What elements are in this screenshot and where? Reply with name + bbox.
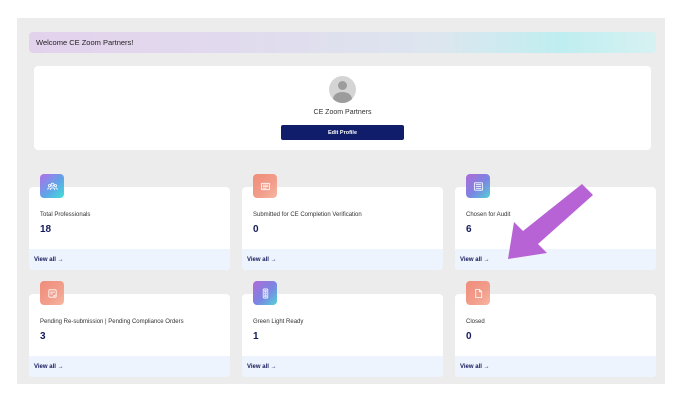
verify-list-icon [253, 174, 277, 198]
card-value: 3 [40, 331, 46, 342]
user-avatar-icon [329, 76, 356, 103]
card-footer: View all → [29, 356, 230, 377]
card-submitted-verification[interactable]: Submitted for CE Completion Verification… [242, 174, 443, 270]
card-closed[interactable]: Closed 0 View all → [455, 281, 656, 377]
card-green-light-ready[interactable]: Green Light Ready 1 View all → [242, 281, 443, 377]
closed-doc-icon [466, 281, 490, 305]
card-value: 1 [253, 331, 259, 342]
welcome-banner: Welcome CE Zoom Partners! [29, 32, 656, 53]
card-total-professionals[interactable]: Total Professionals 18 View all → [29, 174, 230, 270]
card-label: Pending Re-submission | Pending Complian… [40, 319, 184, 325]
card-value: 0 [253, 224, 259, 235]
card-label: Green Light Ready [253, 319, 304, 325]
resubmit-doc-icon [40, 281, 64, 305]
profile-name: CE Zoom Partners [313, 109, 372, 116]
card-value: 18 [40, 224, 52, 235]
card-label: Total Professionals [40, 212, 91, 218]
view-all-link[interactable]: View all → [247, 257, 277, 263]
card-pending-resubmission[interactable]: Pending Re-submission | Pending Complian… [29, 281, 230, 377]
card-value: 0 [466, 331, 472, 342]
card-footer: View all → [242, 249, 443, 270]
users-group-icon [40, 174, 64, 198]
card-value: 6 [466, 224, 472, 235]
card-label: Submitted for CE Completion Verification [253, 212, 362, 218]
card-label: Closed [466, 319, 485, 325]
view-all-link[interactable]: View all → [34, 364, 64, 370]
profile-card: CE Zoom Partners Edit Profile [34, 66, 651, 150]
edit-profile-button[interactable]: Edit Profile [281, 125, 404, 140]
card-footer: View all → [455, 356, 656, 377]
welcome-text: Welcome CE Zoom Partners! [36, 38, 134, 47]
view-all-link[interactable]: View all → [247, 364, 277, 370]
view-all-link[interactable]: View all → [460, 364, 490, 370]
card-footer: View all → [29, 249, 230, 270]
annotation-arrow-icon [508, 184, 593, 259]
checklist-icon [466, 174, 490, 198]
card-footer: View all → [242, 356, 443, 377]
view-all-link[interactable]: View all → [34, 257, 64, 263]
view-all-link[interactable]: View all → [460, 257, 490, 263]
green-light-icon [253, 281, 277, 305]
